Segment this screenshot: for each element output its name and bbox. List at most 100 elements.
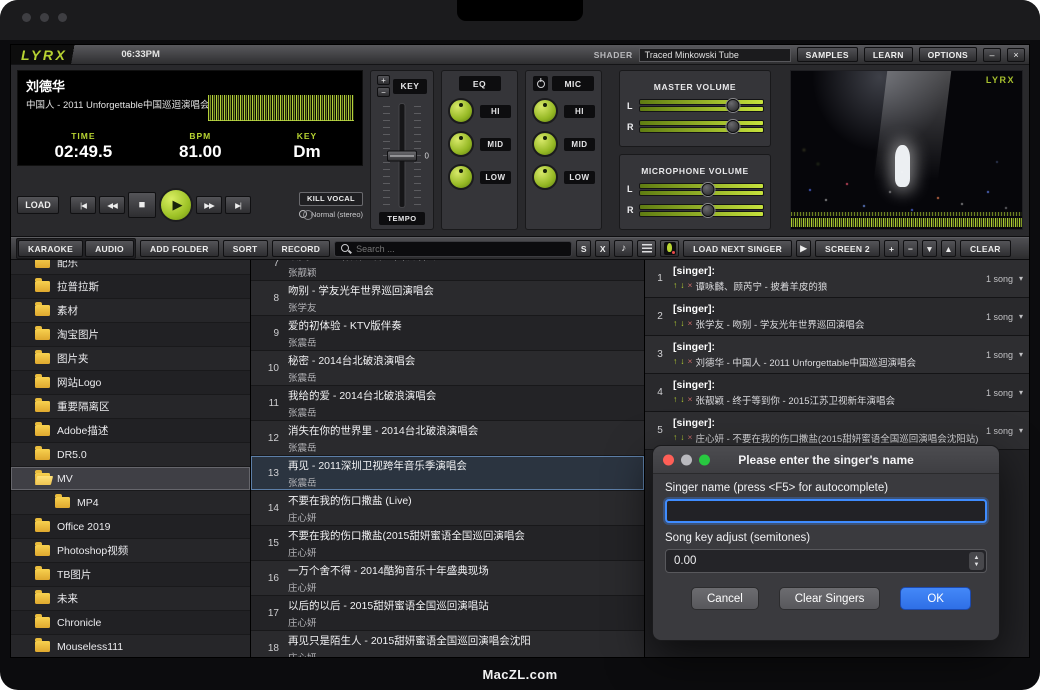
options-button[interactable]: OPTIONS [919, 47, 977, 62]
expand-icon[interactable]: ▾ [1019, 312, 1023, 321]
move-up-icon[interactable]: ↑ [673, 433, 677, 442]
queue-row[interactable]: 2 [singer]: ↑ ↓ × 张学友 - 吻别 - 学友光年世界巡回演唱会… [645, 298, 1029, 336]
waveform[interactable] [208, 95, 354, 121]
channel-mode-label[interactable]: Normal (stereo) [311, 210, 363, 219]
move-down-icon[interactable]: ↓ [680, 433, 684, 442]
samples-button[interactable]: SAMPLES [797, 47, 858, 62]
key-up-button[interactable]: + [377, 75, 390, 85]
expand-icon[interactable]: ▾ [1019, 426, 1023, 435]
mic-low-knob[interactable] [532, 164, 558, 190]
move-up-button[interactable]: ▲ [941, 240, 956, 257]
clear-singers-button[interactable]: Clear Singers [779, 587, 881, 610]
remove-icon[interactable]: × [688, 357, 693, 366]
master-right-slider[interactable] [640, 119, 763, 134]
zoom-out-button[interactable]: − [903, 240, 918, 257]
song-row[interactable]: 14不要在我的伤口撒盐 (Live)庄心妍 [251, 491, 644, 526]
learn-button[interactable]: LEARN [864, 47, 913, 62]
shader-select[interactable]: Traced Minkowski Tube [639, 48, 791, 62]
tab-karaoke[interactable]: KARAOKE [18, 240, 83, 257]
stop-button[interactable]: ■ [128, 192, 156, 218]
key-down-button[interactable]: − [377, 87, 390, 97]
sidebar-item[interactable]: Mouseless111 [11, 635, 250, 657]
expand-icon[interactable]: ▾ [1019, 274, 1023, 283]
list-view-button[interactable] [637, 240, 656, 257]
move-up-icon[interactable]: ↑ [673, 319, 677, 328]
search-s-button[interactable]: S [576, 240, 591, 257]
play-button[interactable]: ▶ [159, 188, 193, 222]
singer-rotation-button[interactable] [660, 240, 679, 257]
sidebar-item[interactable]: 图片夹 [11, 347, 250, 371]
song-row[interactable]: 15不要在我的伤口撒盐(2015甜妍蜜语全国巡回演唱会庄心妍 [251, 526, 644, 561]
sort-button[interactable]: SORT [223, 240, 268, 257]
remove-icon[interactable]: × [688, 433, 693, 442]
stepper-down-icon[interactable]: ▼ [974, 562, 980, 568]
song-row[interactable]: 11我给的爱 - 2014台北破浪演唱会张震岳 [251, 386, 644, 421]
song-row[interactable]: 12消失在你的世界里 - 2014台北破浪演唱会张震岳 [251, 421, 644, 456]
load-next-singer-button[interactable]: LOAD NEXT SINGER [683, 240, 792, 257]
master-left-slider[interactable] [640, 98, 763, 113]
sidebar-item[interactable]: 配乐 [11, 260, 250, 275]
sidebar-item[interactable]: 网站Logo [11, 371, 250, 395]
mic-left-slider[interactable] [640, 182, 763, 197]
sidebar-item[interactable]: 未来 [11, 587, 250, 611]
tab-audio[interactable]: AUDIO [85, 240, 134, 257]
sidebar-item[interactable]: 淘宝图片 [11, 323, 250, 347]
close-dialog-icon[interactable] [663, 454, 674, 465]
queue-row[interactable]: 4 [singer]: ↑ ↓ × 张靓颖 - 终于等到你 - 2015江苏卫视… [645, 374, 1029, 412]
move-down-icon[interactable]: ↓ [680, 395, 684, 404]
song-row[interactable]: 10秘密 - 2014台北破浪演唱会张震岳 [251, 351, 644, 386]
mic-right-thumb[interactable] [701, 204, 714, 217]
key-adjust-stepper[interactable]: 0.00 ▲ ▼ [665, 549, 987, 573]
move-down-icon[interactable]: ↓ [680, 319, 684, 328]
stepper-arrows[interactable]: ▲ ▼ [969, 552, 984, 570]
song-list[interactable]: 7改变 - 2013倾听世界巡回演唱会张靓颖 8吻别 - 学友光年世界巡回演唱会… [251, 260, 645, 657]
song-row-selected[interactable]: 13再见 - 2011深圳卫视跨年音乐季演唱会张震岳 [251, 456, 644, 491]
singer-name-input[interactable] [665, 499, 987, 523]
remove-icon[interactable]: × [688, 319, 693, 328]
folder-sidebar[interactable]: 配乐 拉普拉斯 素材 淘宝图片 图片夹 网站Logo 重要隔离区 Adobe描述… [11, 260, 251, 657]
master-left-thumb[interactable] [727, 99, 740, 112]
sidebar-item[interactable]: 素材 [11, 299, 250, 323]
remove-icon[interactable]: × [688, 281, 693, 290]
previous-track-button[interactable]: |◀ [70, 196, 96, 214]
screen-2-button[interactable]: SCREEN 2 [815, 240, 880, 257]
move-down-icon[interactable]: ↓ [680, 357, 684, 366]
video-preview[interactable]: LYRX [790, 70, 1023, 230]
move-up-icon[interactable]: ↑ [673, 281, 677, 290]
song-row[interactable]: 7改变 - 2013倾听世界巡回演唱会张靓颖 [251, 260, 644, 281]
mic-mid-knob[interactable] [532, 131, 558, 157]
play-next-button[interactable]: ▶ [796, 240, 811, 257]
sidebar-item[interactable]: 重要隔离区 [11, 395, 250, 419]
song-row[interactable]: 9爱的初体验 - KTV版伴奏张震岳 [251, 316, 644, 351]
search-box[interactable] [334, 241, 572, 257]
mic-right-slider[interactable] [640, 203, 763, 218]
eq-mid-knob[interactable] [448, 131, 474, 157]
move-down-button[interactable]: ▼ [922, 240, 937, 257]
next-track-button[interactable]: ▶| [225, 196, 251, 214]
move-up-icon[interactable]: ↑ [673, 395, 677, 404]
sidebar-item[interactable]: DR5.0 [11, 443, 250, 467]
ok-button[interactable]: OK [900, 587, 971, 610]
song-row[interactable]: 8吻别 - 学友光年世界巡回演唱会张学友 [251, 281, 644, 316]
song-row[interactable]: 16一万个舍不得 - 2014酷狗音乐十年盛典现场庄心妍 [251, 561, 644, 596]
stepper-up-icon[interactable]: ▲ [974, 555, 980, 561]
sidebar-subitem[interactable]: MP4 [11, 491, 250, 515]
close-button[interactable]: × [1007, 48, 1025, 62]
sidebar-item[interactable]: Office 2019 [11, 515, 250, 539]
sidebar-item[interactable]: Photoshop视频 [11, 539, 250, 563]
song-row[interactable]: 18再见只是陌生人 - 2015甜妍蜜语全国巡回演唱会沈阳庄心妍 [251, 631, 644, 657]
move-down-icon[interactable]: ↓ [680, 281, 684, 290]
load-button[interactable]: LOAD [17, 196, 59, 214]
fast-forward-button[interactable]: ▶▶ [196, 196, 222, 214]
expand-icon[interactable]: ▾ [1019, 388, 1023, 397]
mic-left-thumb[interactable] [701, 183, 714, 196]
search-input[interactable] [356, 244, 565, 254]
clear-button[interactable]: CLEAR [960, 240, 1011, 257]
tempo-slider-thumb[interactable] [387, 150, 417, 161]
cancel-button[interactable]: Cancel [691, 587, 759, 610]
minimize-dialog-icon[interactable] [681, 454, 692, 465]
eq-hi-knob[interactable] [448, 98, 474, 124]
sidebar-item[interactable]: 拉普拉斯 [11, 275, 250, 299]
sidebar-item-selected[interactable]: MV [11, 467, 250, 491]
sidebar-item[interactable]: Chronicle [11, 611, 250, 635]
